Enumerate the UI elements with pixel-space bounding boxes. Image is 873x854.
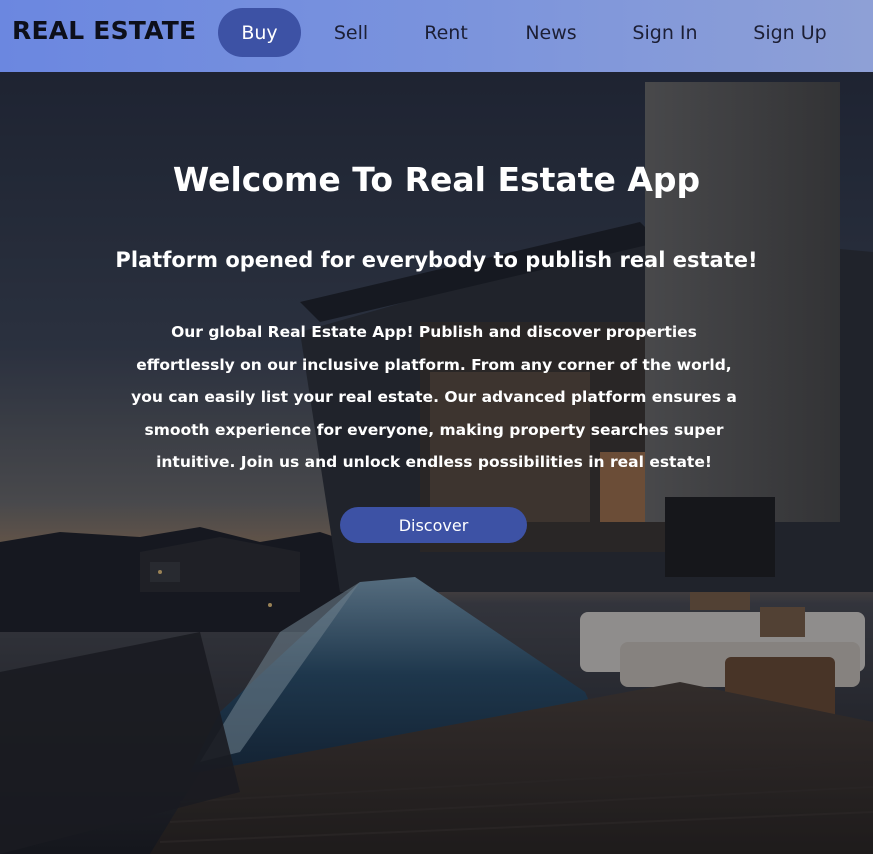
hero-section: Welcome To Real Estate App Platform open…	[0, 72, 873, 854]
nav-rent[interactable]: Rent	[410, 8, 482, 57]
nav-sign-in[interactable]: Sign In	[620, 8, 710, 57]
nav-sell[interactable]: Sell	[320, 8, 382, 57]
nav-news[interactable]: News	[512, 8, 590, 57]
top-navbar: REAL ESTATE Buy Sell Rent News Sign In S…	[0, 0, 873, 72]
hero-subtitle: Platform opened for everybody to publish…	[115, 248, 758, 272]
discover-button[interactable]: Discover	[340, 507, 527, 543]
hero-title: Welcome To Real Estate App	[172, 160, 701, 199]
brand-logo[interactable]: REAL ESTATE	[12, 16, 196, 45]
hero-description: Our global Real Estate App! Publish and …	[131, 323, 737, 472]
nav-sign-up[interactable]: Sign Up	[740, 8, 840, 57]
nav-buy[interactable]: Buy	[218, 8, 301, 57]
